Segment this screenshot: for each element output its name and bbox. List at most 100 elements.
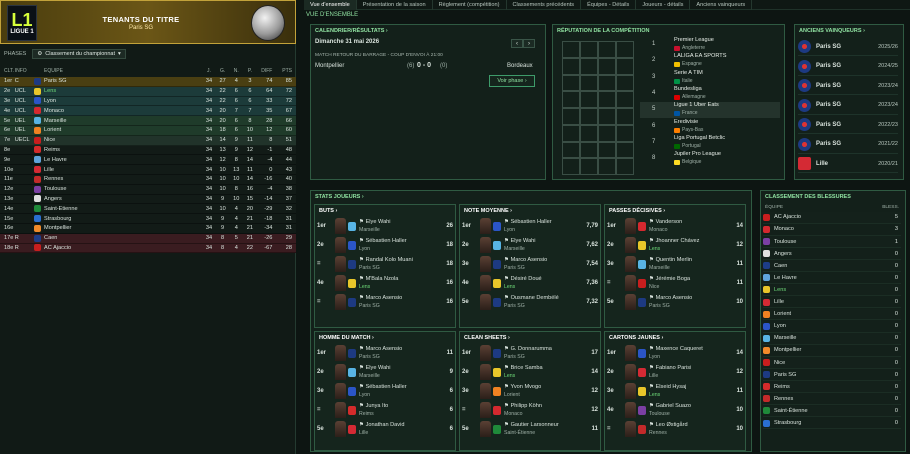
player-name[interactable]: ⚑ Philipp Köhn xyxy=(504,403,542,409)
winner-row[interactable]: Paris SG 2024/25 xyxy=(798,58,898,76)
view-phase-button[interactable]: Voir phase › xyxy=(489,75,535,87)
injury-team[interactable]: Lorient xyxy=(774,311,887,317)
player-name[interactable]: ⚑ G. Donnarumma xyxy=(504,346,552,352)
row-team[interactable]: Angers xyxy=(42,196,202,202)
table-row[interactable]: 18e R AC Ajaccio 34 8 4 22 -67 28 xyxy=(0,243,296,254)
tab[interactable]: Présentation de la saison xyxy=(357,0,433,10)
player-row[interactable]: 4e ⚑ Gabriel Suazo Toulouse 10 xyxy=(605,401,745,420)
player-row[interactable]: 2e ⚑ Elye Wahi Marseille 7,62 xyxy=(460,236,600,255)
player-name[interactable]: ⚑ Ousmane Dembélé xyxy=(504,295,559,301)
stat-block-title[interactable]: NOTE MOYENNE › xyxy=(464,208,512,214)
player-name[interactable]: ⚑ Gabriel Suazo xyxy=(649,403,691,409)
player-row[interactable]: 2e ⚑ Fabiano Parisi Lille 12 xyxy=(605,363,745,382)
row-team[interactable]: Rennes xyxy=(42,176,202,182)
league-row[interactable]: 2 LALIGA EA SPORTS Espagne xyxy=(640,53,780,69)
winner-team[interactable]: Paris SG xyxy=(816,44,878,50)
tab[interactable]: Équipes - Détails xyxy=(581,0,637,10)
player-row[interactable]: = ⚑ Junya Ito Reims 6 xyxy=(315,401,455,420)
row-team[interactable]: Marseille xyxy=(42,118,202,124)
player-name[interactable]: ⚑ Marco Asensio xyxy=(359,346,402,352)
injury-team[interactable]: AC Ajaccio xyxy=(774,214,887,220)
player-name[interactable]: ⚑ Randal Kolo Muani xyxy=(359,257,413,263)
injury-team[interactable]: Toulouse xyxy=(774,239,887,245)
player-row[interactable]: = ⚑ Jérémie Boga Nice 11 xyxy=(605,274,745,293)
tab[interactable]: Joueurs - détails xyxy=(636,0,691,10)
player-club[interactable]: Saint-Étienne xyxy=(504,430,535,436)
table-row[interactable]: 1er C Paris SG 34 27 4 3 74 85 xyxy=(0,77,296,87)
winner-team[interactable]: Paris SG xyxy=(816,102,878,108)
stat-block-title[interactable]: HOMME DU MATCH › xyxy=(319,335,374,341)
winner-row[interactable]: Paris SG 2023/24 xyxy=(798,97,898,115)
player-name[interactable]: ⚑ M'Bala Nzola xyxy=(359,276,398,282)
winner-row[interactable]: Paris SG 2021/22 xyxy=(798,136,898,154)
player-club[interactable]: Monaco xyxy=(649,227,667,233)
row-team[interactable]: Le Havre xyxy=(42,157,202,163)
injury-row[interactable]: Angers 0 xyxy=(763,248,901,260)
player-row[interactable]: 4e ⚑ Désiré Doué Lens 7,36 xyxy=(460,274,600,293)
player-club[interactable]: Lyon xyxy=(359,246,370,252)
player-club[interactable]: Marseille xyxy=(359,227,380,233)
row-team[interactable]: Lorient xyxy=(42,127,202,133)
player-club[interactable]: Marseille xyxy=(504,246,525,252)
injury-row[interactable]: Paris SG 0 xyxy=(763,369,901,381)
player-name[interactable]: ⚑ Marco Asensio xyxy=(504,257,547,263)
player-name[interactable]: ⚑ Sébastien Haller xyxy=(359,384,407,390)
winner-row[interactable]: Paris SG 2022/23 xyxy=(798,116,898,134)
injury-row[interactable]: Monaco 3 xyxy=(763,224,901,236)
player-club[interactable]: Paris SG xyxy=(504,303,525,309)
injury-team[interactable]: Saint-Étienne xyxy=(774,408,887,414)
player-club[interactable]: Paris SG xyxy=(504,265,525,271)
table-row[interactable]: 13e Angers 34 9 10 15 -14 37 xyxy=(0,194,296,205)
player-row[interactable]: = ⚑ Leo Østigård Rennes 10 xyxy=(605,420,745,439)
next-arrow-icon[interactable]: › xyxy=(523,39,535,48)
row-team[interactable]: Strasbourg xyxy=(42,216,202,222)
player-name[interactable]: ⚑ Elseid Hysaj xyxy=(649,384,686,390)
tab[interactable]: Anciens vainqueurs xyxy=(690,0,753,10)
injury-row[interactable]: Toulouse 1 xyxy=(763,236,901,248)
tab[interactable]: Vue d'ensemble xyxy=(304,0,357,10)
row-team[interactable]: Reims xyxy=(42,147,202,153)
injury-row[interactable]: Strasbourg 0 xyxy=(763,418,901,430)
player-name[interactable]: ⚑ Elye Wahi xyxy=(359,365,391,371)
player-row[interactable]: 1er ⚑ Vanderson Monaco 14 xyxy=(605,217,745,236)
injury-row[interactable]: Lille 0 xyxy=(763,297,901,309)
row-team[interactable]: Montpellier xyxy=(42,225,202,231)
column-header[interactable]: N. xyxy=(229,68,243,74)
column-header[interactable]: DIFF xyxy=(257,68,277,74)
player-name[interactable]: ⚑ Junya Ito xyxy=(359,403,388,409)
player-club[interactable]: Paris SG xyxy=(359,354,380,360)
injury-row[interactable]: AC Ajaccio 5 xyxy=(763,212,901,224)
row-team[interactable]: Lens xyxy=(42,88,202,94)
player-club[interactable]: Marseille xyxy=(649,265,670,271)
player-row[interactable]: = ⚑ Randal Kolo Muani Paris SG 18 xyxy=(315,255,455,274)
injury-row[interactable]: Reims 0 xyxy=(763,381,901,394)
player-name[interactable]: ⚑ Marco Asensio xyxy=(359,295,402,301)
winner-team[interactable]: Paris SG xyxy=(816,122,878,128)
player-row[interactable]: 5e ⚑ Marco Asensio Paris SG 10 xyxy=(605,293,745,312)
table-row[interactable]: 6e UEL Lorient 34 18 6 10 12 60 xyxy=(0,126,296,136)
player-name[interactable]: ⚑ Yvon Mvogo xyxy=(504,384,541,390)
match-score[interactable]: 0 - 0 xyxy=(417,62,431,69)
row-team[interactable]: Paris SG xyxy=(42,78,202,84)
player-club[interactable]: Lens xyxy=(504,284,515,290)
league-row[interactable]: 1 Premier League Angleterre xyxy=(640,37,780,53)
player-row[interactable]: 3e ⚑ Marco Asensio Paris SG 7,54 xyxy=(460,255,600,274)
injury-team[interactable]: Lyon xyxy=(774,323,887,329)
table-row[interactable]: 7e UECL Nice 34 14 9 11 8 51 xyxy=(0,135,296,146)
injury-row[interactable]: Lens 0 xyxy=(763,284,901,297)
player-stats-title[interactable]: STATS JOUEURS › xyxy=(315,194,364,200)
player-name[interactable]: ⚑ Vanderson xyxy=(649,219,682,225)
column-header[interactable]: J. xyxy=(202,68,216,74)
player-row[interactable]: 1er ⚑ Elye Wahi Marseille 26 xyxy=(315,217,455,236)
table-row[interactable]: 8e Reims 34 13 9 12 -1 48 xyxy=(0,145,296,156)
player-name[interactable]: ⚑ Sébastien Haller xyxy=(359,238,407,244)
player-row[interactable]: = ⚑ Marco Asensio Paris SG 16 xyxy=(315,293,455,312)
player-row[interactable]: 3e ⚑ Yvon Mvogo Lorient 12 xyxy=(460,382,600,401)
table-row[interactable]: 10e Lille 34 10 13 11 0 43 xyxy=(0,165,296,175)
player-row[interactable]: 2e ⚑ Brice Samba Lens 14 xyxy=(460,363,600,382)
table-row[interactable]: 11e Rennes 34 10 10 14 -16 40 xyxy=(0,175,296,185)
player-club[interactable]: Lens xyxy=(359,284,370,290)
player-club[interactable]: Lyon xyxy=(504,227,515,233)
player-club[interactable]: Paris SG xyxy=(359,303,380,309)
injury-team[interactable]: Monaco xyxy=(774,226,887,232)
